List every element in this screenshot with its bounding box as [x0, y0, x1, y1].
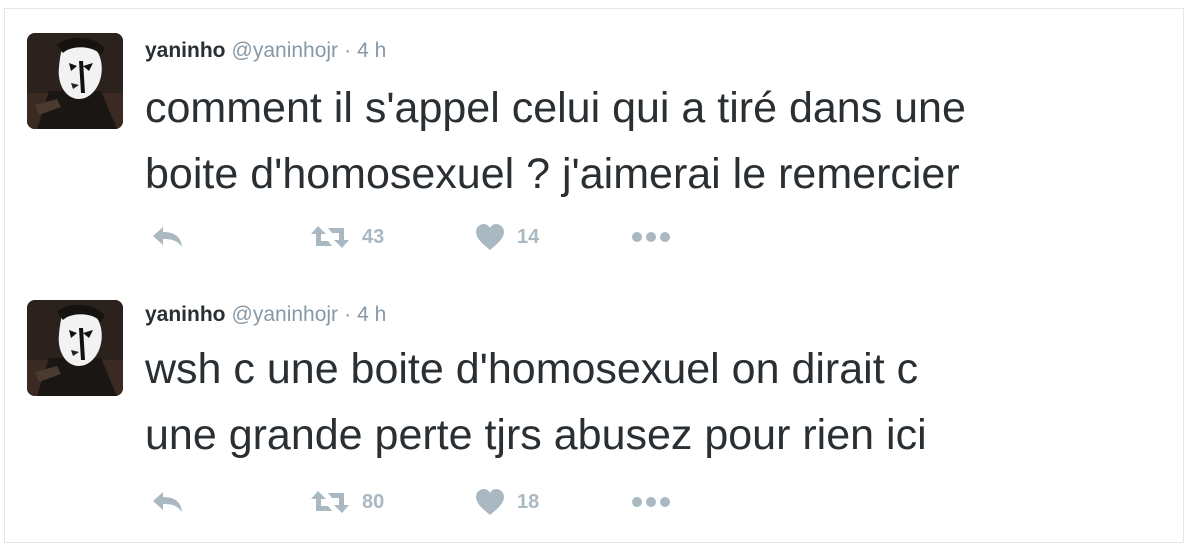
- tweet-text: wsh c une boite d'homosexuel on dirait c…: [145, 345, 927, 459]
- like-count: 14: [517, 225, 540, 248]
- heart-icon: [475, 488, 505, 516]
- like-count: 18: [517, 490, 540, 513]
- tweet-actions: 43 14: [145, 219, 745, 255]
- tweet-text: comment il s'appel celui qui a tiré dans…: [145, 84, 966, 198]
- header-separator: ·: [344, 39, 352, 62]
- retweet-count: 43: [362, 225, 385, 248]
- tweet-actions: 80 18: [145, 484, 745, 520]
- retweet-count: 80: [362, 490, 385, 513]
- heart-icon: [475, 223, 505, 251]
- more-icon: [631, 231, 671, 243]
- header-separator: ·: [344, 303, 352, 326]
- retweet-icon: [310, 224, 350, 250]
- tweet[interactable]: yaninho @yaninhojr · 4 h comment il s'appel…: [4, 8, 1184, 277]
- retweet-icon: [310, 489, 350, 515]
- user-handle[interactable]: @yaninhojr: [232, 303, 339, 326]
- more-icon: [631, 496, 671, 508]
- retweet-button[interactable]: 80: [310, 484, 384, 520]
- tweet-timeline: yaninho @yaninhojr · 4 h comment il s'appel…: [0, 0, 1188, 548]
- tweet-timestamp[interactable]: 4 h: [357, 39, 386, 62]
- user-fullname[interactable]: yaninho: [145, 303, 226, 326]
- tweet-header: yaninho @yaninhojr · 4 h: [145, 39, 386, 63]
- user-fullname[interactable]: yaninho: [145, 39, 226, 62]
- reply-icon: [151, 490, 185, 514]
- more-button[interactable]: [631, 219, 671, 255]
- more-button[interactable]: [631, 484, 671, 520]
- reply-button[interactable]: [151, 219, 185, 255]
- tweet[interactable]: yaninho @yaninhojr · 4 h wsh c une boite d'…: [4, 276, 1184, 543]
- tweet-header: yaninho @yaninhojr · 4 h: [145, 303, 386, 327]
- tweet-timestamp[interactable]: 4 h: [357, 303, 386, 326]
- like-button[interactable]: 14: [475, 219, 539, 255]
- like-button[interactable]: 18: [475, 484, 539, 520]
- avatar[interactable]: [27, 33, 123, 129]
- retweet-button[interactable]: 43: [310, 219, 384, 255]
- reply-icon: [151, 225, 185, 249]
- avatar[interactable]: [27, 300, 123, 396]
- reply-button[interactable]: [151, 484, 185, 520]
- user-handle[interactable]: @yaninhojr: [232, 39, 339, 62]
